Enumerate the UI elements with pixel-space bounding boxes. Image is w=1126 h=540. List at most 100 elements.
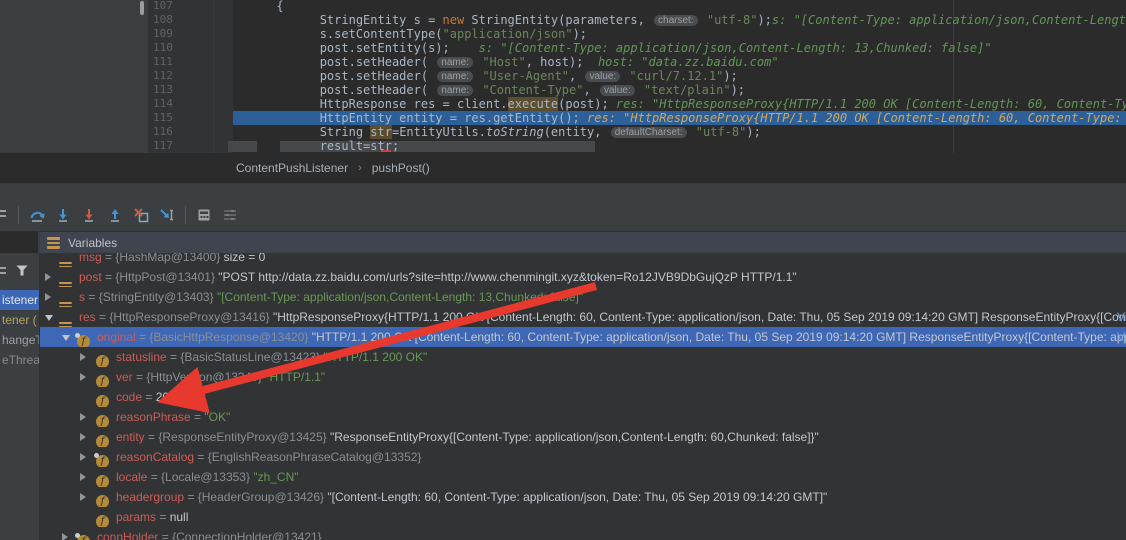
code-segment: ); (730, 83, 746, 97)
variable-text: params = null (116, 507, 1126, 527)
code-line[interactable]: 107 { (148, 0, 1126, 13)
code-editor[interactable]: 107 {108 StringEntity s = new StringEnti… (148, 0, 1126, 153)
variable-row[interactable]: f reasonPhrase = "OK" (40, 407, 1126, 427)
variable-icon (59, 290, 72, 307)
tree-expand-arrow[interactable] (80, 453, 86, 461)
variable-row[interactable]: f original = {BasicHttpResponse@13420} "H… (40, 327, 1126, 347)
line-number[interactable]: 117 (148, 139, 213, 153)
variable-type: {EnglishReasonPhraseCatalog@13352} (207, 450, 422, 464)
code-line[interactable]: 116 String str =EntityUtils. toString (enti… (148, 125, 1126, 139)
field-icon: f (96, 390, 109, 407)
fold-gutter (213, 0, 233, 13)
line-number[interactable]: 111 (148, 55, 213, 69)
stack-frame-item[interactable]: eThreac (0, 350, 39, 370)
variable-value: "HTTP/1.1" (265, 370, 326, 384)
field-icon: f (75, 530, 90, 540)
tree-expand-arrow[interactable] (80, 353, 86, 361)
tree-expand-arrow[interactable] (45, 273, 51, 281)
run-to-cursor-button[interactable] (159, 207, 175, 223)
variable-type: {HashMap@13400} (115, 253, 224, 264)
frames-filter-bar (0, 261, 39, 279)
code-line[interactable]: 115 HttpEntity entity = res.getEntity();… (148, 111, 1126, 125)
line-number[interactable]: 113 (148, 83, 213, 97)
code-line[interactable]: 114 HttpResponse res = client. execute (po… (148, 97, 1126, 111)
tree-expand-arrow[interactable] (45, 293, 51, 301)
variable-row[interactable]: f code = 200 (40, 387, 1126, 407)
variable-row[interactable]: res = {HttpResponseProxy@13416} "HttpRes… (40, 307, 1126, 327)
variable-row[interactable]: f entity = {ResponseEntityProxy@13425} "R… (40, 427, 1126, 447)
code-line[interactable]: 113 post.setHeader( name: "Content-Type"… (148, 83, 1126, 97)
inline-debug-value: res: "HttpResponseProxy{HTTP/1.1 200 OK … (615, 97, 1126, 111)
variable-name: connHolder (97, 530, 159, 540)
code-line[interactable]: 117 result=str; (148, 139, 1126, 153)
variable-text: statusline = {BasicStatusLine@13423} "HT… (116, 347, 1126, 367)
reset-frame-button[interactable] (133, 207, 149, 223)
code-line[interactable]: 112 post.setHeader( name: "User-Agent", … (148, 69, 1126, 83)
tree-expand-arrow[interactable] (80, 473, 86, 481)
variable-row[interactable]: f headergroup = {HeaderGroup@13426} "[Con… (40, 487, 1126, 507)
tree-expand-arrow[interactable] (80, 493, 86, 501)
force-step-into-button[interactable] (81, 207, 97, 223)
variable-name: statusline (116, 350, 167, 364)
variable-row[interactable]: s = {StringEntity@13403} "[Content-Type:… (40, 287, 1126, 307)
variable-value: "zh_CN" (253, 470, 299, 484)
variable-text: entity = {ResponseEntityProxy@13425} "Re… (116, 427, 1126, 447)
scrollbar-thumb[interactable] (140, 1, 144, 15)
param-hint-chip: name: (437, 84, 474, 96)
view-value-link[interactable]: View (1117, 327, 1126, 347)
inline-debug-value: host: "data.zz.baidu.com" (597, 55, 779, 69)
breadcrumb-method[interactable]: pushPost() (372, 161, 430, 175)
param-hint-chip: value: (585, 70, 621, 82)
line-number[interactable]: 110 (148, 41, 213, 55)
code-text: post.setHeader( name: "User-Agent", valu… (233, 69, 1126, 83)
variable-row[interactable]: f statusline = {BasicStatusLine@13423} "H… (40, 347, 1126, 367)
stack-frame-item[interactable]: tener ( (0, 310, 39, 330)
variable-type: {BasicStatusLine@13423} (180, 350, 324, 364)
variables-tab[interactable]: Variables (40, 231, 1126, 254)
line-number[interactable]: 115 (148, 111, 213, 125)
evaluate-expression-button[interactable] (196, 207, 212, 223)
stack-frame-item[interactable]: hangeT (0, 330, 39, 350)
variable-row[interactable]: post = {HttpPost@13401} "POST http://dat… (40, 267, 1126, 287)
code-segment: (entity, (543, 125, 609, 139)
variable-row[interactable]: f reasonCatalog = {EnglishReasonPhraseCat… (40, 447, 1126, 467)
variable-row[interactable]: f ver = {HttpVersion@13340} "HTTP/1.1" (40, 367, 1126, 387)
step-into-button[interactable] (55, 207, 71, 223)
variable-text: s = {StringEntity@13403} "[Content-Type:… (79, 287, 1126, 307)
code-line[interactable]: 108 StringEntity s = new StringEntity(pa… (148, 13, 1126, 27)
line-number[interactable]: 108 (148, 13, 213, 27)
code-segment: s.setContentType( (233, 27, 443, 41)
tree-expand-arrow[interactable] (62, 533, 68, 540)
tree-expand-arrow[interactable] (80, 373, 86, 381)
step-out-button[interactable] (107, 207, 123, 223)
step-over-button[interactable] (29, 207, 45, 223)
variable-text: code = 200 (116, 387, 1126, 407)
variable-row[interactable]: f connHolder = {ConnectionHolder@13421} (40, 527, 1126, 540)
tree-collapse-arrow[interactable] (62, 335, 70, 341)
variable-value: 200 (155, 390, 176, 404)
breadcrumb-class[interactable]: ContentPushListener (236, 161, 348, 175)
code-line[interactable]: 109 s.setContentType("application/json")… (148, 27, 1126, 41)
equals-sign: = (190, 410, 205, 424)
line-number[interactable]: 114 (148, 97, 213, 111)
code-segment: HttpResponse res = client. (233, 97, 508, 111)
code-segment: String (233, 125, 371, 139)
line-number[interactable]: 107 (148, 0, 213, 13)
stack-frame-item[interactable]: istener (0, 290, 39, 310)
view-value-link[interactable]: View (1117, 307, 1126, 327)
filter-funnel-icon[interactable] (15, 263, 29, 277)
line-number[interactable]: 116 (148, 125, 213, 139)
line-number[interactable]: 112 (148, 69, 213, 83)
variable-value: "HTTP/1.1 200 OK" (323, 350, 428, 364)
line-number[interactable]: 109 (148, 27, 213, 41)
tree-collapse-arrow[interactable] (45, 315, 53, 321)
code-line[interactable]: 110 post.setEntity(s); s: "[Content-Type… (148, 41, 1126, 55)
tree-expand-arrow[interactable] (80, 413, 86, 421)
variable-row[interactable]: msg = {HashMap@13400} size = 0 (40, 253, 1126, 267)
tree-expand-arrow[interactable] (80, 433, 86, 441)
variable-row[interactable]: f params = null (40, 507, 1126, 527)
code-line[interactable]: 111 post.setHeader( name: "Host", host);… (148, 55, 1126, 69)
variable-icon (59, 253, 72, 267)
variable-name: locale (116, 470, 148, 484)
variable-row[interactable]: f locale = {Locale@13353} "zh_CN" (40, 467, 1126, 487)
